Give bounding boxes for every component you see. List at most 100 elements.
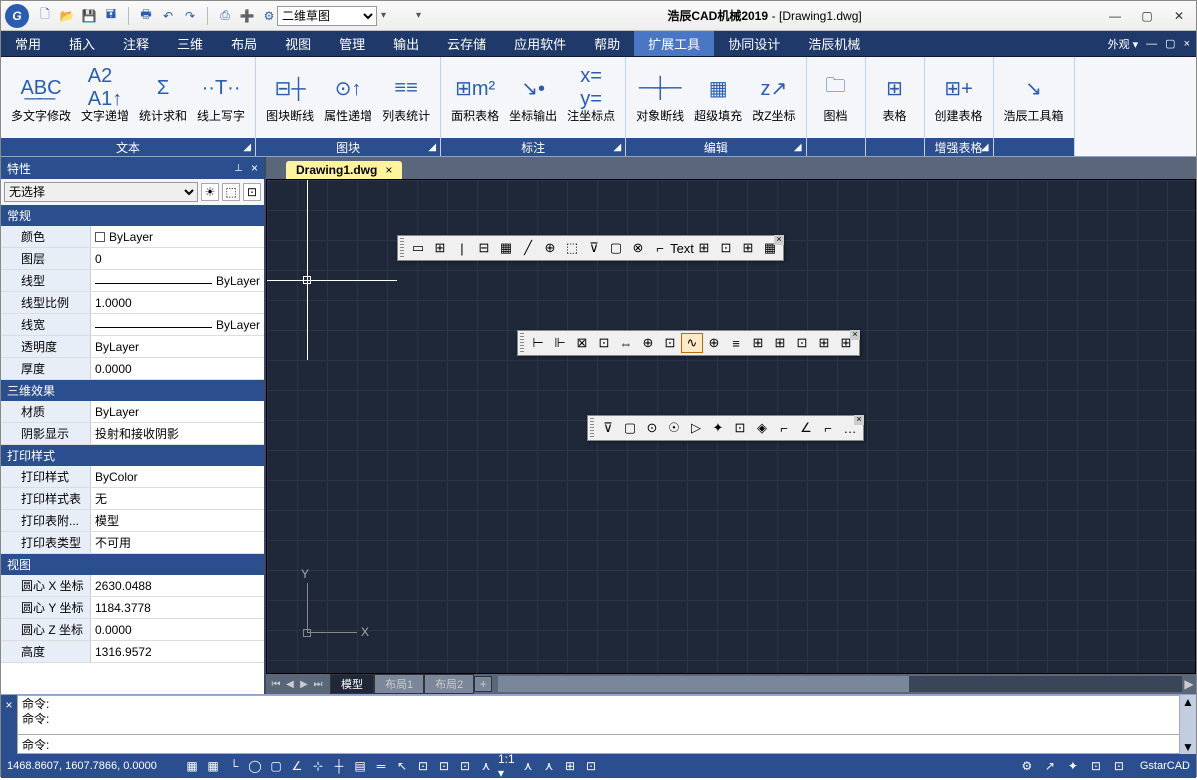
property-row[interactable]: 圆心 Y 坐标1184.3778 bbox=[1, 597, 264, 619]
status-toggle[interactable]: ⋏ bbox=[540, 757, 558, 775]
toolbar-button[interactable]: ⊗ bbox=[627, 238, 649, 258]
ribbon-button[interactable]: ≡≡列表统计 bbox=[378, 69, 434, 126]
minimize-button[interactable]: — bbox=[1108, 9, 1122, 23]
property-row[interactable]: 颜色ByLayer bbox=[1, 226, 264, 248]
ribbon-button[interactable]: ⊞m²面积表格 bbox=[447, 69, 503, 126]
print-icon[interactable]: ⎙ bbox=[217, 8, 233, 24]
ribbon-tab-12[interactable]: 协同设计 bbox=[714, 31, 794, 56]
ribbon-button[interactable]: z↗改Z坐标 bbox=[748, 69, 799, 126]
toolbar-button[interactable]: ⊕ bbox=[703, 333, 725, 353]
property-category[interactable]: 视图 bbox=[1, 554, 264, 575]
toolbar-button[interactable]: ▦ bbox=[495, 238, 517, 258]
toolbar-button[interactable]: ⊡ bbox=[593, 333, 615, 353]
status-toggle[interactable]: ▦ bbox=[204, 757, 222, 775]
toolbar-close-icon[interactable]: × bbox=[850, 330, 860, 340]
toolbar-button[interactable]: ⊠ bbox=[571, 333, 593, 353]
command-input[interactable]: 命令: bbox=[17, 734, 1180, 754]
toolbar-button[interactable]: ☉ bbox=[663, 418, 685, 438]
ribbon-button[interactable]: 🗀图档 bbox=[813, 69, 859, 126]
nav-last-icon[interactable]: ⏭ bbox=[312, 679, 324, 690]
undo-icon[interactable]: ↶ bbox=[160, 8, 176, 24]
toolbar-button[interactable]: ⊕ bbox=[539, 238, 561, 258]
toolbar-button[interactable]: ⊢ bbox=[527, 333, 549, 353]
status-toggle[interactable]: ⊡ bbox=[582, 757, 600, 775]
property-row[interactable]: 图层0 bbox=[1, 248, 264, 270]
select-objects-icon[interactable]: ⬚ bbox=[222, 183, 240, 201]
ribbon-tab-1[interactable]: 插入 bbox=[55, 31, 109, 56]
status-tool[interactable]: ⚙ bbox=[1018, 757, 1036, 775]
toolbar-drag-handle[interactable] bbox=[400, 238, 404, 258]
toolbar-drag-handle[interactable] bbox=[590, 418, 594, 438]
property-row[interactable]: 打印表类型不可用 bbox=[1, 532, 264, 554]
nav-first-icon[interactable]: ⏮ bbox=[270, 679, 282, 690]
workspace-icon[interactable]: ⚙ bbox=[261, 8, 277, 24]
toolbar-button[interactable]: ⊡ bbox=[791, 333, 813, 353]
ribbon-tab-7[interactable]: 输出 bbox=[379, 31, 433, 56]
status-toggle[interactable]: ∠ bbox=[288, 757, 306, 775]
status-toggle[interactable]: ◯ bbox=[246, 757, 264, 775]
toolbar-button[interactable]: ⌐ bbox=[773, 418, 795, 438]
toolbar-button[interactable]: ⊞ bbox=[737, 238, 759, 258]
ribbon-button[interactable]: ··T··线上写字 bbox=[193, 69, 249, 126]
ribbon-button[interactable]: ⊙↑属性递增 bbox=[320, 69, 376, 126]
property-category[interactable]: 三维效果 bbox=[1, 380, 264, 401]
toolbar-button[interactable]: Text bbox=[671, 238, 693, 258]
layout-tab[interactable]: 布局2 bbox=[424, 674, 474, 694]
ribbon-tab-10[interactable]: 帮助 bbox=[580, 31, 634, 56]
doc-close-icon[interactable]: × bbox=[1184, 38, 1190, 50]
panel-close-icon[interactable]: × bbox=[251, 161, 258, 175]
toolbar-drag-handle[interactable] bbox=[520, 333, 524, 353]
cmd-scroll-up-icon[interactable]: ▲ bbox=[1182, 695, 1194, 709]
group-expand-icon[interactable]: ◢ bbox=[428, 142, 436, 153]
toolbar-button[interactable]: ⊞ bbox=[747, 333, 769, 353]
plot-icon[interactable]: 🖶 bbox=[138, 8, 154, 24]
toolbar-close-icon[interactable]: × bbox=[774, 235, 784, 245]
ribbon-tab-2[interactable]: 注释 bbox=[109, 31, 163, 56]
ribbon-button[interactable]: ↘•坐标输出 bbox=[505, 69, 561, 126]
toolbar-button[interactable]: ∿ bbox=[681, 333, 703, 353]
appearance-label[interactable]: 外观 ▾ bbox=[1108, 36, 1139, 52]
horizontal-scrollbar[interactable] bbox=[498, 676, 1182, 692]
toolbar-button[interactable]: ╱ bbox=[517, 238, 539, 258]
layout-tab[interactable]: 布局1 bbox=[374, 674, 424, 694]
toolbar-close-icon[interactable]: × bbox=[854, 415, 864, 425]
group-expand-icon[interactable]: ◢ bbox=[613, 142, 621, 153]
ribbon-tab-11[interactable]: 扩展工具 bbox=[634, 31, 714, 56]
property-row[interactable]: 线型ByLayer bbox=[1, 270, 264, 292]
status-toggle[interactable]: └ bbox=[225, 757, 243, 775]
toolbar-button[interactable]: ⊡ bbox=[729, 418, 751, 438]
nav-next-icon[interactable]: ▶ bbox=[298, 679, 310, 690]
status-toggle[interactable]: ▢ bbox=[267, 757, 285, 775]
status-tool[interactable]: ⊡ bbox=[1110, 757, 1128, 775]
ribbon-button[interactable]: ⊞表格 bbox=[872, 69, 918, 126]
ribbon-button[interactable]: Σ统计求和 bbox=[135, 69, 191, 126]
save-icon[interactable]: 💾 bbox=[81, 8, 97, 24]
property-row[interactable]: 线型比例1.0000 bbox=[1, 292, 264, 314]
status-toggle[interactable]: ▦ bbox=[183, 757, 201, 775]
property-row[interactable]: 打印表附...模型 bbox=[1, 510, 264, 532]
toolbar-button[interactable]: ⊞ bbox=[813, 333, 835, 353]
property-row[interactable]: 透明度ByLayer bbox=[1, 336, 264, 358]
status-toggle[interactable]: ↖ bbox=[393, 757, 411, 775]
file-tab-drawing1[interactable]: Drawing1.dwg × bbox=[286, 161, 402, 179]
toolbar-button[interactable]: | bbox=[451, 238, 473, 258]
workspace-selector[interactable]: 二维草图 bbox=[277, 6, 377, 26]
redo-icon[interactable]: ↷ bbox=[182, 8, 198, 24]
ribbon-tab-6[interactable]: 管理 bbox=[325, 31, 379, 56]
new-icon[interactable]: 🗋 bbox=[37, 8, 53, 24]
toolbar-button[interactable]: ⊽ bbox=[583, 238, 605, 258]
saveall-icon[interactable]: 🖬 bbox=[103, 8, 119, 24]
property-row[interactable]: 阴影显示投射和接收阴影 bbox=[1, 423, 264, 445]
property-row[interactable]: 材质ByLayer bbox=[1, 401, 264, 423]
ribbon-button[interactable]: ⊟┼图块断线 bbox=[262, 69, 318, 126]
ribbon-tab-5[interactable]: 视图 bbox=[271, 31, 325, 56]
open-icon[interactable]: 📂 bbox=[59, 8, 75, 24]
status-toggle[interactable]: ▤ bbox=[351, 757, 369, 775]
toolbar-button[interactable]: ⊡ bbox=[659, 333, 681, 353]
ribbon-button[interactable]: A͟B͟C多文字修改 bbox=[7, 69, 75, 126]
toolbar-button[interactable]: ⊕ bbox=[637, 333, 659, 353]
status-toggle[interactable]: ⋏ bbox=[477, 757, 495, 775]
status-toggle[interactable]: ⊡ bbox=[435, 757, 453, 775]
group-expand-icon[interactable]: ◢ bbox=[243, 142, 251, 153]
ribbon-tab-9[interactable]: 应用软件 bbox=[500, 31, 580, 56]
